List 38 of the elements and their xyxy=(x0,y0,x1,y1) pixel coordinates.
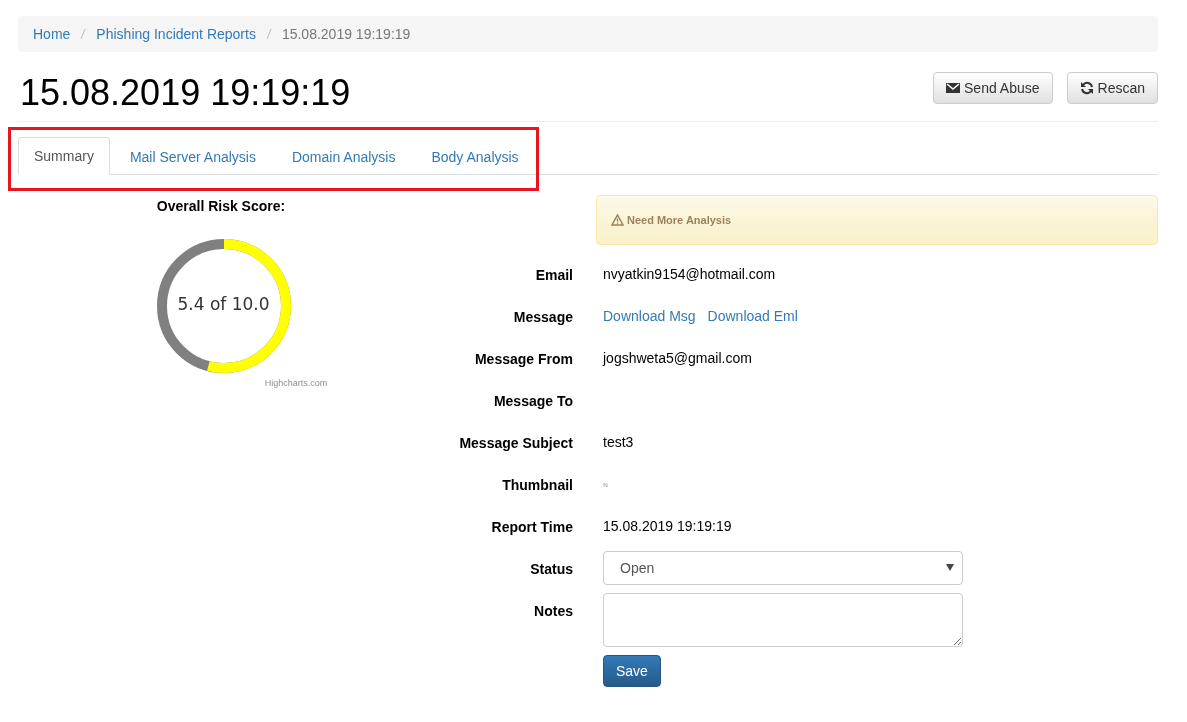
detail-label: Message Subject xyxy=(458,433,573,453)
detail-label: Thumbnail xyxy=(501,475,573,495)
broken-image-icon xyxy=(603,481,609,488)
tab[interactable]: Summary xyxy=(18,136,110,175)
detail-value: 15.08.2019 19:19:19 xyxy=(603,516,733,536)
download-link[interactable]: Download Msg xyxy=(603,307,696,349)
detail-label: Message From xyxy=(473,349,573,369)
tab[interactable]: Body Analysis xyxy=(415,137,535,175)
notes-field[interactable] xyxy=(603,592,963,647)
breadcrumb-link[interactable]: Phishing Incident Reports xyxy=(96,26,256,42)
status-select[interactable]: Open xyxy=(603,550,963,585)
send-abuse-button[interactable]: Send Abuse xyxy=(933,72,1053,104)
risk-heading: Overall Risk Score: xyxy=(156,197,286,214)
detail-label: Email xyxy=(534,265,573,285)
warning-icon xyxy=(611,213,624,226)
download-link[interactable]: Download Eml xyxy=(707,307,798,349)
risk-reading: 5.4 of 10.0 xyxy=(176,293,271,314)
tab[interactable]: Mail Server Analysis xyxy=(113,137,272,175)
separator-icon xyxy=(263,28,274,40)
chart-credit[interactable]: Highcharts.com xyxy=(264,377,328,388)
page-title: 15.08.2019 19:19:19 xyxy=(19,73,351,113)
rescan-button[interactable]: Rescan xyxy=(1066,72,1158,104)
detail-label: Message To xyxy=(492,391,573,411)
detail-value: jogshweta5@gmail.com xyxy=(603,348,753,368)
detail-label: Report Time xyxy=(490,517,573,537)
detail-value: test3 xyxy=(603,432,635,452)
detail-label: Notes xyxy=(533,601,573,621)
breadcrumb-link[interactable]: Home xyxy=(33,26,71,42)
breadcrumb-current: 15.08.2019 19:19:19 xyxy=(281,26,411,42)
alert-text: Need More Analysis xyxy=(627,213,732,226)
save-button[interactable]: Save xyxy=(603,654,661,687)
envelope-icon xyxy=(946,81,960,95)
refresh-icon xyxy=(1079,81,1094,95)
tab[interactable]: Domain Analysis xyxy=(275,137,412,175)
detail-label: Message xyxy=(512,307,573,327)
detail-label: Status xyxy=(529,559,573,579)
detail-value: nvyatkin9154@hotmail.com xyxy=(603,264,777,284)
caret-icon xyxy=(946,564,954,572)
